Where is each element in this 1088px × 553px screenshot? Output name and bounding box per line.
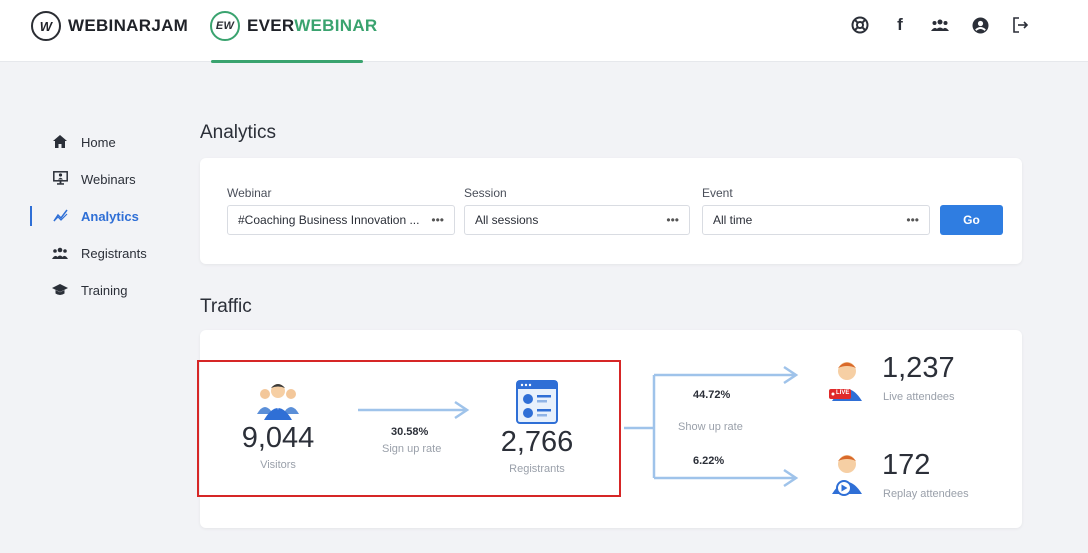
- event-select-value: All time: [713, 213, 753, 227]
- sidebar-item-home[interactable]: Home: [30, 124, 170, 161]
- support-icon[interactable]: [850, 13, 870, 37]
- top-icons: f: [850, 13, 1030, 37]
- facebook-icon[interactable]: f: [890, 13, 910, 37]
- sidebar-item-analytics[interactable]: Analytics: [30, 198, 170, 235]
- account-icon[interactable]: [970, 13, 990, 37]
- filter-card: Webinar #Coaching Business Innovation ..…: [200, 158, 1022, 264]
- live-badge: LIVE: [836, 390, 850, 396]
- live-attendees-count: 1,237: [882, 352, 955, 384]
- live-showup-rate: 44.72%: [693, 389, 731, 401]
- showup-rate-label: Show up rate: [678, 421, 743, 433]
- sidebar-item-label: Webinars: [81, 172, 136, 187]
- more-icon: •••: [431, 213, 444, 227]
- sidebar-item-webinars[interactable]: Webinars: [30, 161, 170, 198]
- webinar-label: Webinar: [227, 186, 272, 200]
- replay-attendees-count: 172: [882, 449, 931, 481]
- webinar-select[interactable]: #Coaching Business Innovation ... •••: [227, 205, 455, 235]
- top-bar: W WEBINARJAM EW EVERWEBINAR f: [0, 0, 1088, 63]
- go-button[interactable]: Go: [940, 205, 1003, 235]
- event-label: Event: [702, 186, 733, 200]
- sidebar-item-label: Analytics: [81, 209, 139, 224]
- sidebar-item-training[interactable]: Training: [30, 272, 170, 309]
- webinar-select-value: #Coaching Business Innovation ...: [238, 213, 420, 227]
- live-attendees-label: Live attendees: [883, 391, 955, 403]
- everwebinar-brand[interactable]: EW EVERWEBINAR: [210, 8, 378, 44]
- page-title: Analytics: [200, 122, 277, 143]
- everwebinar-name: EVERWEBINAR: [247, 16, 378, 36]
- training-icon: [52, 283, 68, 299]
- everwebinar-name-part2: WEBINAR: [294, 16, 378, 35]
- sidebar-item-registrants[interactable]: Registrants: [30, 235, 170, 272]
- live-attendee-icon: LIVE: [826, 357, 868, 403]
- sidebar-nav: Home Webinars Analytics Registrants Trai…: [30, 124, 170, 309]
- event-select[interactable]: All time •••: [702, 205, 930, 235]
- webinarjam-name: WEBINARJAM: [68, 16, 189, 35]
- analytics-icon: [52, 209, 68, 225]
- traffic-title: Traffic: [200, 296, 252, 317]
- session-label: Session: [464, 186, 507, 200]
- session-select-value: All sessions: [475, 213, 539, 227]
- session-select[interactable]: All sessions •••: [464, 205, 690, 235]
- webinarjam-logo: W: [31, 11, 61, 41]
- replay-showup-rate: 6.22%: [693, 455, 725, 467]
- webinars-icon: [52, 171, 68, 188]
- home-icon: [52, 134, 68, 151]
- replay-attendee-icon: [826, 450, 868, 496]
- active-product-underline: [211, 60, 363, 63]
- sidebar-item-label: Training: [81, 283, 128, 298]
- registrants-icon: [52, 246, 68, 262]
- replay-attendees-label: Replay attendees: [883, 488, 969, 500]
- more-icon: •••: [906, 213, 919, 227]
- community-icon[interactable]: [930, 13, 950, 37]
- sidebar-item-label: Registrants: [81, 246, 147, 261]
- more-icon: •••: [666, 213, 679, 227]
- everwebinar-logo: EW: [210, 11, 240, 41]
- highlight-box: [197, 360, 621, 497]
- everwebinar-name-part1: EVER: [247, 16, 295, 35]
- sidebar-item-label: Home: [81, 135, 116, 150]
- webinarjam-brand[interactable]: W WEBINARJAM: [31, 8, 188, 44]
- logout-icon[interactable]: [1010, 13, 1030, 37]
